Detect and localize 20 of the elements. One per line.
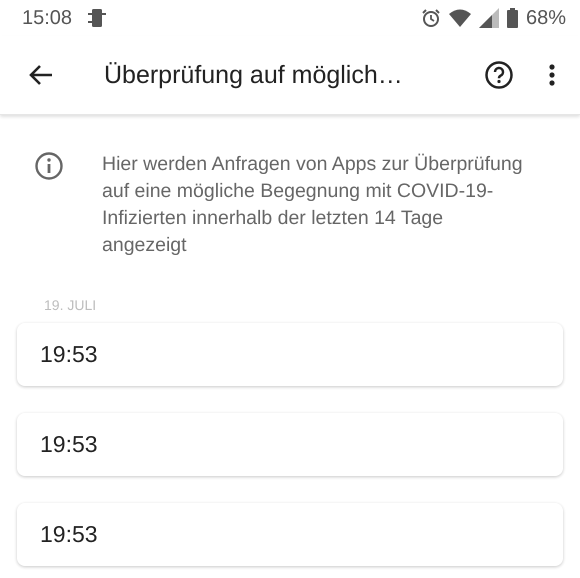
entry-time: 19:53 [40, 431, 98, 458]
wifi-icon [448, 9, 471, 27]
info-icon [34, 151, 64, 181]
check-entry-card[interactable]: 19:53 [17, 503, 563, 566]
battery-percentage: 68% [526, 6, 566, 30]
signal-icon [478, 8, 499, 28]
help-icon [484, 60, 514, 90]
check-entry-card[interactable]: 19:53 [17, 323, 563, 386]
phone-icon [86, 7, 108, 29]
battery-icon [506, 8, 518, 28]
status-time: 15:08 [22, 6, 72, 30]
back-arrow-icon [28, 63, 54, 87]
date-header: 19. JULI [44, 297, 96, 313]
screen-title: Überprüfung auf möglich… [104, 60, 403, 90]
alarm-icon [420, 8, 441, 28]
entry-time: 19:53 [40, 521, 98, 548]
info-text: Hier werden Anfragen von Apps zur Überprüfung auf eine mögliche Begegnung mit COVID-19-Infizierten innerhalb der letzten 14 Tage angezeigt [102, 152, 524, 258]
more-options-icon [548, 63, 556, 87]
check-entry-card[interactable]: 19:53 [17, 413, 563, 476]
entry-time: 19:53 [40, 341, 98, 368]
